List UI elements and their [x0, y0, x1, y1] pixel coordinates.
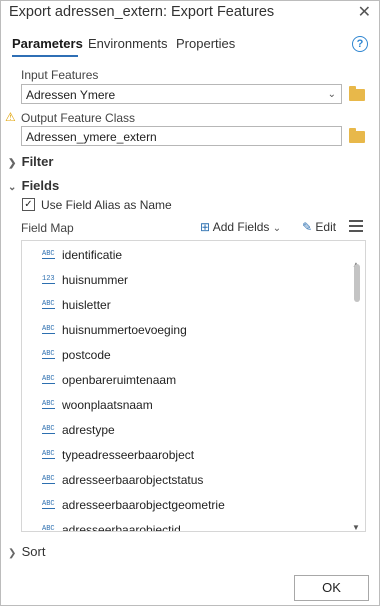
warning-icon: ⚠: [5, 110, 16, 124]
active-tab-indicator: [12, 55, 78, 57]
field-map-row[interactable]: ABC adresseerbaarobjectid: [22, 518, 352, 532]
output-class-value: Adressen_ymere_extern: [26, 130, 157, 144]
field-name: adresseerbaarobjectid: [62, 523, 181, 532]
field-map-row[interactable]: ABC adresseerbaarobjectstatus: [22, 468, 352, 493]
edit-label: Edit: [315, 220, 337, 234]
text-field-icon: ABC: [42, 525, 55, 532]
close-icon[interactable]: ✕: [358, 2, 371, 22]
pencil-icon: ✎: [302, 220, 313, 234]
text-field-icon: ABC: [42, 500, 55, 509]
text-field-icon: ABC: [42, 425, 55, 434]
field-map-row[interactable]: ABC woonplaatsnaam: [22, 393, 352, 418]
scroll-thumb[interactable]: [354, 264, 360, 302]
field-map-label: Field Map: [21, 221, 74, 235]
field-name: adresseerbaarobjectgeometrie: [62, 498, 225, 512]
field-map-list[interactable]: ABC identificatie 123 huisnummer ABC huislett…: [21, 240, 366, 532]
text-field-icon: ABC: [42, 450, 55, 459]
title-bar: Export adressen_extern: Export Features …: [0, 0, 380, 26]
add-fields-icon: ⊞: [200, 220, 211, 234]
help-icon[interactable]: ?: [352, 36, 368, 52]
chevron-down-icon: ⌄: [327, 89, 336, 100]
field-map-row[interactable]: ABC openbareruimtenaam: [22, 368, 352, 393]
scroll-down-icon[interactable]: ▼: [352, 523, 360, 532]
field-map-row[interactable]: ABC postcode: [22, 343, 352, 368]
chevron-down-icon: ⌄: [272, 223, 282, 234]
field-name: adresseerbaarobjectstatus: [62, 473, 204, 487]
text-field-icon: ABC: [42, 475, 55, 484]
edit-button[interactable]: ✎ Edit: [302, 220, 336, 234]
fields-section-label: Fields: [21, 178, 60, 193]
input-features-value: Adressen Ymere: [26, 88, 116, 102]
folder-icon[interactable]: [349, 86, 365, 101]
filter-section-header[interactable]: ❯ Filter: [8, 154, 53, 169]
fields-section-header[interactable]: ⌄ Fields: [8, 178, 59, 193]
tab-parameters[interactable]: Parameters: [12, 36, 83, 51]
input-features-dropdown[interactable]: Adressen Ymere ⌄: [21, 84, 342, 104]
field-map-row[interactable]: 123 huisnummer: [22, 268, 352, 293]
output-class-label: Output Feature Class: [21, 111, 136, 125]
field-name: typeadresseerbaarobject: [62, 448, 195, 462]
field-name: openbareruimtenaam: [62, 373, 177, 387]
folder-icon[interactable]: [349, 128, 365, 143]
text-field-icon: ABC: [42, 325, 55, 334]
add-fields-label: Add Fields: [212, 220, 270, 234]
field-name: woonplaatsnaam: [62, 398, 153, 412]
output-class-input[interactable]: Adressen_ymere_extern: [21, 126, 342, 146]
filter-section-label: Filter: [21, 154, 54, 169]
chevron-down-icon: ⌄: [8, 182, 17, 193]
text-field-icon: ABC: [42, 375, 55, 384]
text-field-icon: ABC: [42, 350, 55, 359]
menu-icon[interactable]: [349, 220, 363, 235]
field-name: identificatie: [62, 248, 123, 262]
field-name: huisnummertoevoeging: [62, 323, 187, 337]
field-map-row[interactable]: ABC adresseerbaarobjectgeometrie: [22, 493, 352, 518]
field-name: postcode: [62, 348, 111, 362]
field-map-scrollbar[interactable]: ▲ ▼: [352, 260, 362, 532]
window-title: Export adressen_extern: Export Features: [9, 4, 275, 20]
field-map-row[interactable]: ABC adrestype: [22, 418, 352, 443]
field-map-row[interactable]: ABC huisnummertoevoeging: [22, 318, 352, 343]
tab-environments[interactable]: Environments: [88, 36, 167, 51]
chevron-right-icon: ❯: [8, 158, 17, 169]
input-features-label: Input Features: [21, 68, 99, 82]
add-fields-button[interactable]: ⊞ Add Fields ⌄: [200, 220, 281, 234]
numeric-field-icon: 123: [42, 275, 55, 284]
field-map-row[interactable]: ABC identificatie: [22, 243, 352, 268]
text-field-icon: ABC: [42, 300, 55, 309]
sort-section-label: Sort: [21, 544, 46, 559]
field-map-row[interactable]: ABC huisletter: [22, 293, 352, 318]
tab-properties[interactable]: Properties: [176, 36, 235, 51]
text-field-icon: ABC: [42, 400, 55, 409]
ok-button[interactable]: OK: [294, 575, 369, 601]
use-alias-label: Use Field Alias as Name: [41, 198, 172, 212]
field-name: huisnummer: [62, 273, 129, 287]
chevron-right-icon: ❯: [8, 548, 17, 559]
field-name: adrestype: [62, 423, 115, 437]
use-alias-checkbox[interactable]: ✓: [22, 198, 35, 211]
sort-section-header[interactable]: ❯ Sort: [8, 544, 45, 559]
text-field-icon: ABC: [42, 250, 55, 259]
field-name: huisletter: [62, 298, 111, 312]
field-map-row[interactable]: ABC typeadresseerbaarobject: [22, 443, 352, 468]
field-map-rows: ABC identificatie 123 huisnummer ABC huislett…: [22, 243, 352, 532]
